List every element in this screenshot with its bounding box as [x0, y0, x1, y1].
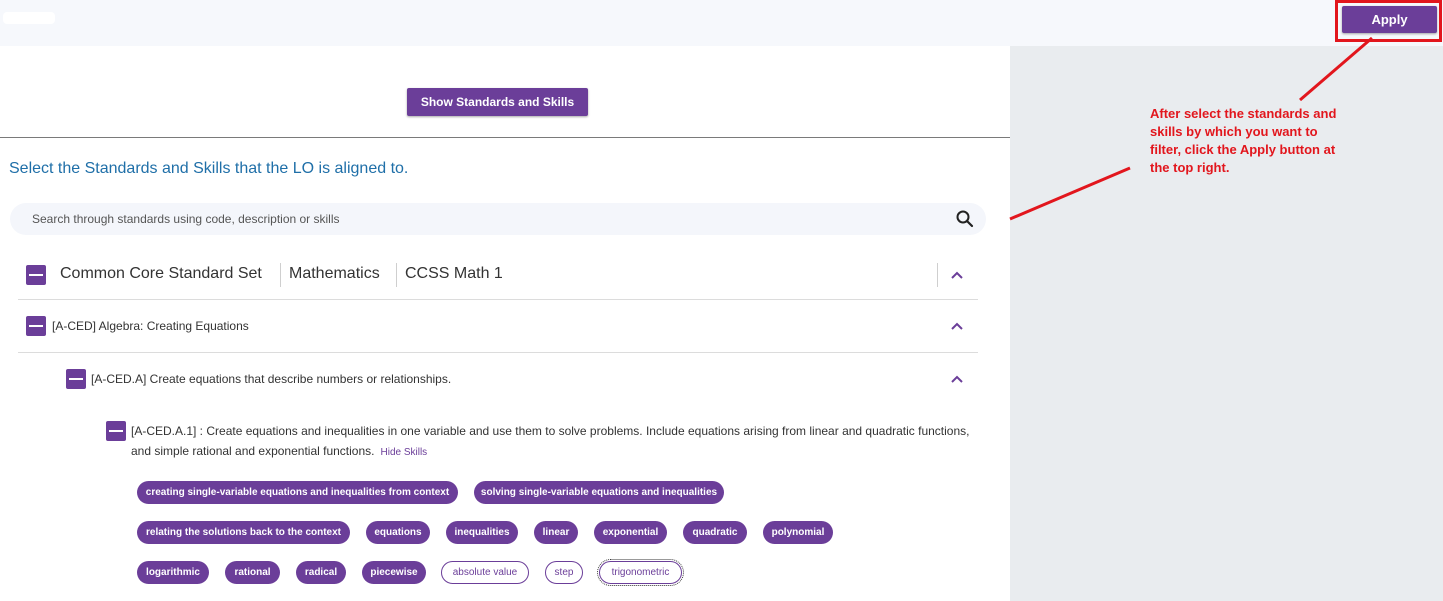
chevron-up-icon[interactable]	[949, 318, 965, 334]
skill-chip[interactable]: quadratic	[683, 521, 747, 544]
hide-skills-link[interactable]: Hide Skills	[381, 447, 428, 458]
skill-chip[interactable]: polynomial	[763, 521, 833, 544]
chevron-up-icon[interactable]	[949, 371, 965, 387]
search-bar	[10, 203, 986, 235]
page-heading: Select the Standards and Skills that the…	[9, 160, 409, 177]
skill-chip[interactable]: equations	[366, 521, 430, 544]
skill-chip[interactable]: rational	[225, 561, 280, 584]
search-icon[interactable]	[955, 209, 975, 229]
skill-chip[interactable]: inequalities	[446, 521, 518, 544]
domain-checkbox[interactable]	[26, 316, 46, 336]
skill-chip[interactable]: exponential	[594, 521, 667, 544]
standard-text: [A-CED.A.1] : Create equations and inequ…	[131, 424, 970, 458]
logo	[3, 12, 55, 24]
skill-chip[interactable]: step	[545, 561, 583, 584]
skill-chip[interactable]: radical	[296, 561, 346, 584]
skill-chip[interactable]: solving single-variable equations and in…	[474, 481, 724, 504]
cluster-row-label: [A-CED.A] Create equations that describe…	[91, 372, 452, 386]
divider	[0, 137, 1010, 138]
search-input[interactable]	[32, 203, 932, 235]
skill-chip[interactable]: creating single-variable equations and i…	[137, 481, 458, 504]
skill-chip[interactable]: linear	[534, 521, 578, 544]
row-divider	[18, 352, 978, 353]
skill-chip[interactable]: trigonometric	[597, 559, 684, 586]
top-bar	[0, 0, 1443, 46]
skill-chip[interactable]: absolute value	[441, 561, 529, 584]
chevron-up-icon[interactable]	[949, 267, 965, 283]
standard-checkbox[interactable]	[106, 421, 126, 441]
row-divider	[18, 299, 978, 300]
separator	[937, 263, 938, 287]
show-standards-button[interactable]: Show Standards and Skills	[407, 88, 588, 116]
skill-chip[interactable]: piecewise	[362, 561, 426, 584]
standard-subject: Mathematics	[289, 265, 380, 282]
standard-description: [A-CED.A.1] : Create equations and inequ…	[131, 421, 981, 463]
domain-row-label: [A-CED] Algebra: Creating Equations	[52, 319, 249, 333]
collapse-set-checkbox[interactable]	[26, 265, 46, 285]
skill-chip[interactable]: relating the solutions back to the conte…	[137, 521, 350, 544]
cluster-checkbox[interactable]	[66, 369, 86, 389]
standard-course: CCSS Math 1	[405, 265, 503, 282]
separator	[396, 263, 397, 287]
annotation-highlight-box	[1335, 0, 1442, 42]
skill-chip[interactable]: logarithmic	[137, 561, 209, 584]
standard-set-name: Common Core Standard Set	[60, 265, 262, 282]
separator	[280, 263, 281, 287]
annotation-text: After select the standards and skills by…	[1150, 106, 1337, 175]
